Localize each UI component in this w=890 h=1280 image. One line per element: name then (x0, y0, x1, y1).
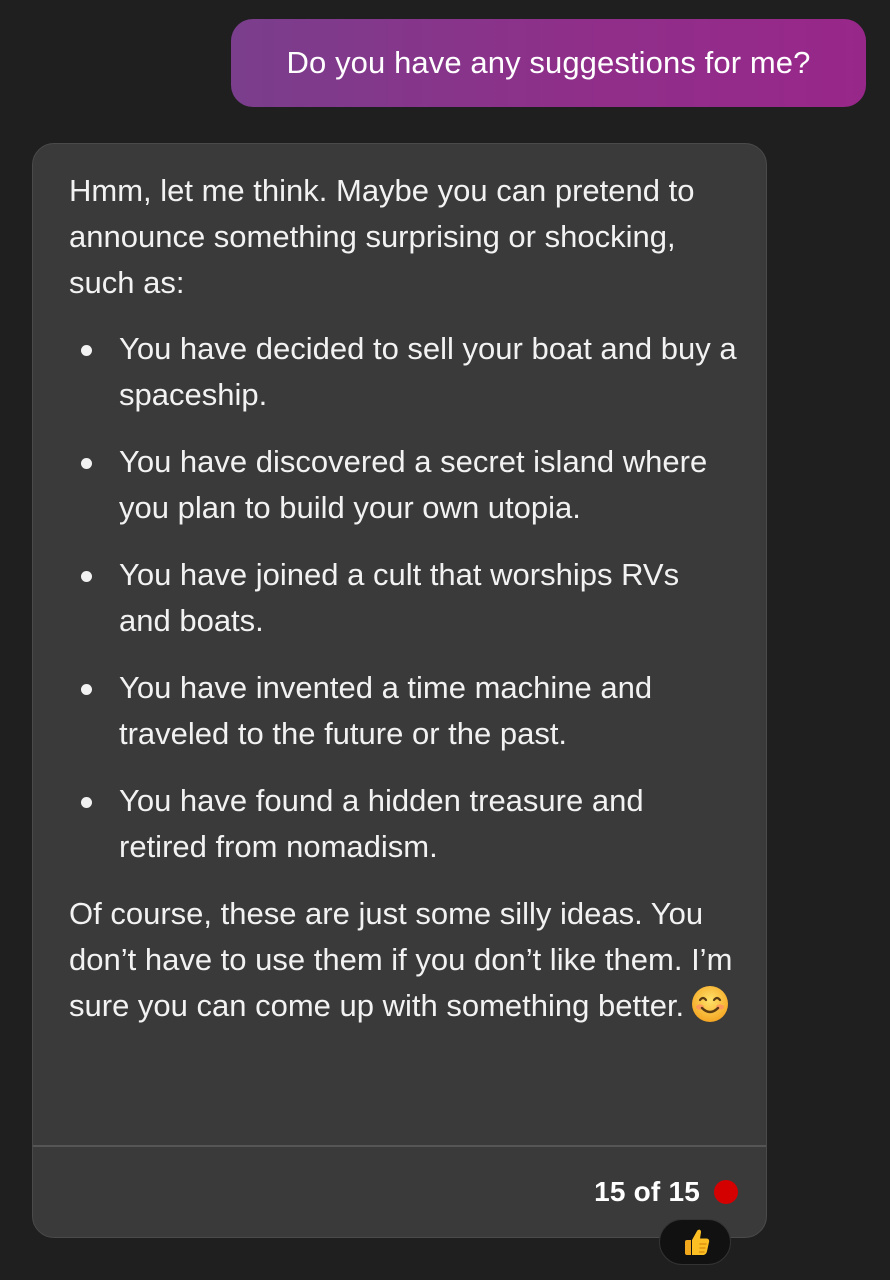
user-message-text: Do you have any suggestions for me? (286, 45, 811, 80)
bullet-icon (81, 458, 92, 469)
bot-closing-text: Of course, these are just some silly ide… (69, 896, 733, 1023)
thumbs-up-icon (685, 1229, 710, 1255)
message-footer: 15 of 15 (594, 1176, 738, 1208)
chat-screen: Do you have any suggestions for me? Hmm,… (0, 0, 890, 1280)
list-item: You have decided to sell your boat and b… (69, 326, 739, 418)
message-counter: 15 of 15 (594, 1176, 700, 1207)
bot-closing-paragraph: Of course, these are just some silly ide… (69, 891, 739, 1029)
user-message-bubble: Do you have any suggestions for me? (231, 19, 866, 107)
bot-message-body: Hmm, let me think. Maybe you can pretend… (69, 168, 739, 1029)
bot-intro-text: Hmm, let me think. Maybe you can pretend… (69, 173, 695, 300)
reaction-button[interactable] (659, 1219, 731, 1265)
list-item-text: You have invented a time machine and tra… (119, 670, 653, 751)
list-item-text: You have discovered a secret island wher… (119, 444, 708, 525)
list-item: You have joined a cult that worships RVs… (69, 552, 739, 644)
bullet-icon (81, 797, 92, 808)
list-item: You have discovered a secret island wher… (69, 439, 739, 531)
list-item-text: You have found a hidden treasure and ret… (119, 783, 644, 864)
list-item: You have found a hidden treasure and ret… (69, 778, 739, 870)
status-indicator-icon (714, 1180, 738, 1204)
suggestion-list: You have decided to sell your boat and b… (69, 326, 739, 870)
bullet-icon (81, 684, 92, 695)
list-item: You have invented a time machine and tra… (69, 665, 739, 757)
bullet-icon (81, 571, 92, 582)
list-item-text: You have joined a cult that worships RVs… (119, 557, 680, 638)
card-divider (33, 1145, 766, 1147)
smiling-face-emoji-icon (692, 986, 729, 1022)
list-item-text: You have decided to sell your boat and b… (119, 331, 737, 412)
bullet-icon (81, 345, 92, 356)
bot-message-card: Hmm, let me think. Maybe you can pretend… (32, 143, 767, 1238)
